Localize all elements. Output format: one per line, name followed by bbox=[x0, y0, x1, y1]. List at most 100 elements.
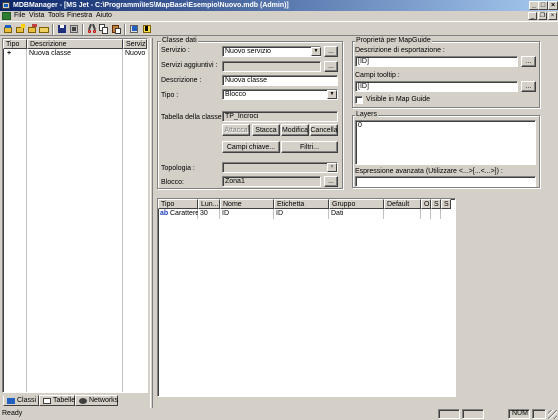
column-header-descrizione[interactable]: Descrizione bbox=[27, 39, 123, 49]
menu-vista[interactable]: Vista bbox=[29, 12, 44, 20]
grid-header-o[interactable]: O bbox=[421, 199, 431, 209]
status-pane bbox=[462, 409, 484, 419]
tabella-field: TP_Incroci bbox=[222, 111, 338, 122]
servizi-aggiuntivi-field[interactable] bbox=[222, 61, 321, 72]
topologia-dropdown-button[interactable]: ▼ bbox=[327, 163, 337, 172]
copy-icon[interactable] bbox=[99, 24, 109, 34]
descrizione-esportazione-field[interactable]: [ID] bbox=[355, 56, 518, 67]
cancella-button[interactable]: Cancella bbox=[310, 124, 338, 136]
new-class-icon[interactable] bbox=[27, 24, 37, 34]
grid-header-tipo[interactable]: Tipo bbox=[158, 199, 198, 209]
descrizione-esportazione-value: [ID] bbox=[358, 58, 369, 65]
grid-header-gruppo[interactable]: Gruppo bbox=[329, 199, 384, 209]
grid-header-etichetta[interactable]: Etichetta bbox=[274, 199, 329, 209]
stacca-button[interactable]: Stacca bbox=[252, 124, 280, 136]
status-pane bbox=[532, 409, 546, 419]
column-header-servizio[interactable]: Servizio bbox=[123, 39, 147, 49]
servizio-label: Servizio : bbox=[161, 47, 190, 54]
toolbar-separator bbox=[52, 24, 54, 35]
tipo-select[interactable]: Blocco bbox=[222, 89, 338, 100]
row-servizio: Nuovo s bbox=[125, 50, 147, 57]
text-type-icon: ab bbox=[160, 210, 169, 217]
menu-file[interactable]: File bbox=[14, 12, 25, 20]
campi-chiave-button[interactable]: Campi chiave... bbox=[222, 141, 280, 153]
layer-item[interactable]: 0 bbox=[358, 122, 362, 129]
campi-tooltip-field[interactable]: [ID] bbox=[355, 81, 518, 92]
fields-grid[interactable]: Tipo Lun... Nome Etichetta Gruppo Defaul… bbox=[157, 198, 456, 397]
grid-header-default[interactable]: Default bbox=[384, 199, 421, 209]
tipo-value: Blocco bbox=[225, 91, 247, 98]
classes-list[interactable]: Tipo Descrizione Servizio + Nuova classe… bbox=[2, 38, 148, 393]
cut-icon[interactable] bbox=[87, 23, 97, 34]
paste-icon[interactable] bbox=[111, 24, 121, 34]
row-tipo: + bbox=[7, 50, 12, 57]
table-row[interactable]: ab Carattere 30 ID ID Dati bbox=[158, 209, 455, 219]
splitter[interactable] bbox=[150, 38, 153, 408]
espressione-field[interactable] bbox=[355, 176, 536, 187]
list-item[interactable]: + Nuova classe Nuovo s bbox=[3, 49, 147, 58]
status-text: Ready bbox=[2, 410, 23, 417]
save-icon[interactable] bbox=[57, 24, 67, 34]
servizio-value: Nuovo servizio bbox=[225, 48, 271, 55]
tab-networks-label: Networks bbox=[89, 397, 119, 404]
mapguide-title: Proprietà per MapGuide bbox=[355, 37, 432, 45]
menu-aiuto[interactable]: Aiuto bbox=[96, 12, 112, 20]
blocco-browse-button[interactable]: ... bbox=[324, 176, 338, 187]
document-icon[interactable] bbox=[2, 12, 11, 20]
grid-header-s2[interactable]: S bbox=[441, 199, 451, 209]
tab-tabelle[interactable]: Tabelle bbox=[39, 395, 75, 406]
mdi-minimize-button[interactable]: _ bbox=[528, 12, 537, 20]
close-button[interactable]: × bbox=[548, 1, 558, 10]
column-header-tipo[interactable]: Tipo bbox=[3, 39, 27, 49]
resize-grip[interactable] bbox=[548, 410, 557, 419]
open-folder-icon[interactable] bbox=[39, 24, 49, 34]
mdi-restore-button[interactable]: ❐ bbox=[538, 12, 547, 20]
mdi-close-button[interactable]: × bbox=[548, 12, 557, 20]
title-bar: MDBManager - [MS Jet - C:\Programmi\IeS\… bbox=[0, 0, 558, 11]
tab-networks[interactable]: Networks bbox=[75, 395, 118, 406]
menu-finestra[interactable]: Finestra bbox=[67, 12, 92, 20]
servizio-select[interactable]: Nuovo servizio bbox=[222, 46, 321, 57]
descrizione-esportazione-label: Descrizione di esportazione : bbox=[355, 47, 445, 54]
cell-etichetta: ID bbox=[276, 210, 283, 217]
filtri-button[interactable]: Filtri... bbox=[281, 141, 338, 153]
cell-default bbox=[384, 209, 420, 218]
menu-tools[interactable]: Tools bbox=[48, 12, 64, 20]
topologia-select[interactable] bbox=[222, 162, 338, 173]
table-icon bbox=[43, 398, 51, 404]
grid-line bbox=[122, 49, 123, 392]
tab-classi-label: Classi bbox=[17, 397, 37, 404]
tipo-dropdown-button[interactable]: ▼ bbox=[327, 90, 337, 99]
layers-title: Layers bbox=[355, 111, 379, 119]
grid-header-nome[interactable]: Nome bbox=[220, 199, 274, 209]
cell-nome: ID bbox=[222, 210, 229, 217]
descrizione-esportazione-button[interactable]: ... bbox=[521, 56, 536, 67]
menu-bar: File Vista Tools Finestra Aiuto _ ❐ × bbox=[0, 11, 558, 21]
attacca-button[interactable]: Attacca bbox=[222, 124, 250, 136]
grid-header-lunghezza[interactable]: Lun... bbox=[198, 199, 220, 209]
tipo-label: Tipo : bbox=[161, 92, 179, 99]
open-database-icon[interactable] bbox=[3, 24, 13, 34]
export-icon[interactable] bbox=[129, 24, 139, 34]
layers-list[interactable]: 0 bbox=[355, 120, 536, 165]
grid-header-s1[interactable]: S bbox=[431, 199, 441, 209]
settings-icon[interactable] bbox=[69, 24, 79, 34]
servizio-dropdown-button[interactable]: ▼ bbox=[311, 47, 321, 56]
tab-classi[interactable]: Classi bbox=[3, 395, 39, 406]
blocco-field[interactable]: Zona1 bbox=[222, 176, 321, 187]
new-database-icon[interactable] bbox=[15, 24, 25, 34]
window-title: MDBManager - [MS Jet - C:\Programmi\IeS\… bbox=[13, 2, 289, 9]
campi-tooltip-button[interactable]: ... bbox=[521, 81, 536, 92]
modifica-button[interactable]: Modifica bbox=[281, 124, 309, 136]
servizio-browse-button[interactable]: ... bbox=[324, 46, 338, 57]
help-icon[interactable] bbox=[142, 24, 152, 34]
app-icon[interactable] bbox=[2, 2, 10, 9]
servizi-aggiuntivi-button[interactable]: ... bbox=[324, 61, 338, 72]
descrizione-field[interactable]: Nuova classe bbox=[222, 75, 338, 86]
visible-in-map-guide-checkbox[interactable] bbox=[355, 96, 363, 104]
tab-tabelle-label: Tabelle bbox=[53, 397, 76, 404]
grid-line bbox=[26, 49, 27, 392]
tabella-value: TP_Incroci bbox=[225, 113, 259, 120]
maximize-button[interactable]: □ bbox=[538, 1, 548, 10]
servizi-aggiuntivi-label: Servizi aggiuntivi : bbox=[161, 62, 218, 69]
